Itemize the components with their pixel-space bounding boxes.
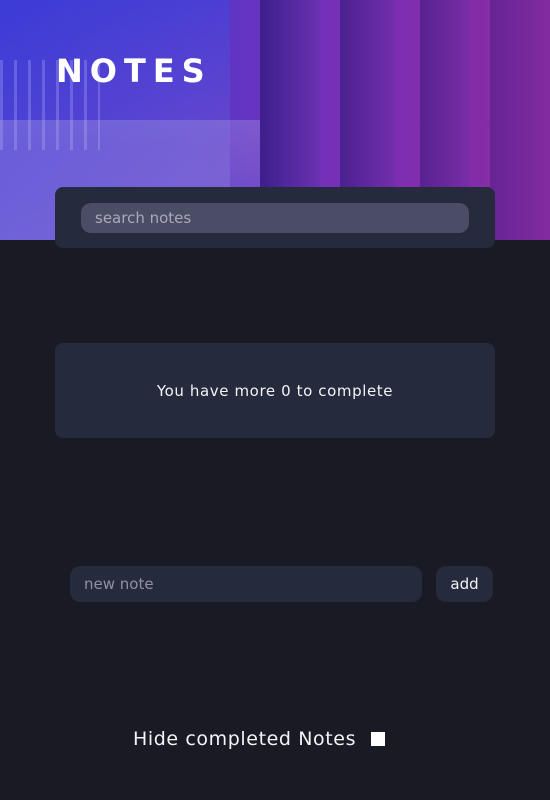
summary-card: You have more 0 to complete xyxy=(55,343,495,438)
banner-image-pillar xyxy=(490,0,550,240)
search-input[interactable] xyxy=(81,203,469,233)
app-title: NOTES xyxy=(56,52,212,90)
remaining-count-text: You have more 0 to complete xyxy=(156,381,394,400)
hide-completed-row: Hide completed Notes xyxy=(133,728,386,750)
hide-completed-label: Hide completed Notes xyxy=(133,728,357,750)
new-note-input[interactable] xyxy=(70,566,422,602)
hide-completed-checkbox[interactable] xyxy=(371,732,386,746)
search-card xyxy=(55,187,495,248)
add-note-button[interactable]: add xyxy=(436,566,493,602)
